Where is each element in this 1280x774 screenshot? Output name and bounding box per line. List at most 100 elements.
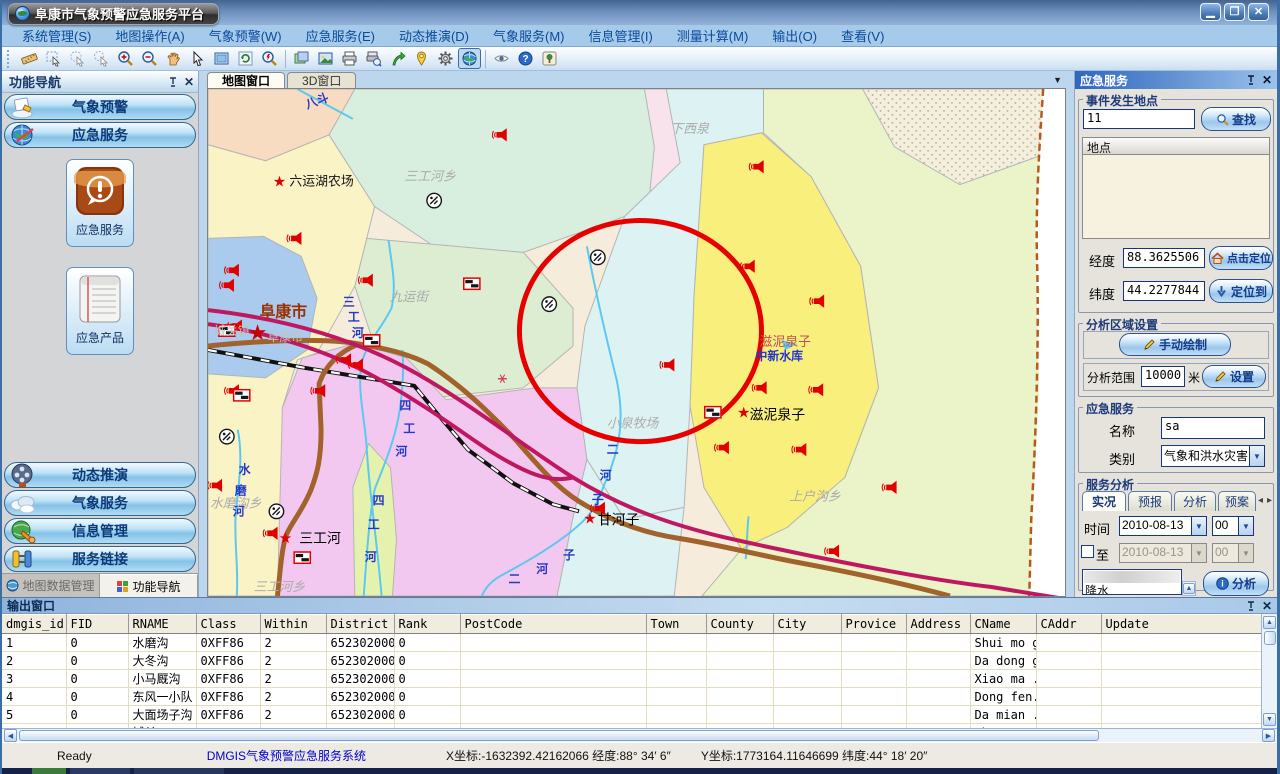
column-header-County[interactable]: County — [706, 615, 773, 634]
measure-ruler-icon[interactable] — [18, 48, 41, 69]
table-row[interactable]: 50大面场子沟0XFF8626523020000Da mian ... — [2, 706, 1261, 724]
menu-item-7[interactable]: 测量计算(M) — [665, 25, 761, 47]
zoom-scale-icon[interactable] — [258, 48, 281, 69]
column-header-Rank[interactable]: Rank — [394, 615, 460, 634]
nav-group-emergency-service[interactable]: 应急服务 — [4, 122, 196, 148]
find-button[interactable]: 查找 — [1201, 107, 1271, 131]
tab-3d-view[interactable]: 3D窗口 — [287, 72, 356, 88]
analyze-button[interactable]: i 分析 — [1203, 571, 1269, 596]
listbox-scrollbar[interactable]: ▲ — [1182, 581, 1196, 596]
menu-item-3[interactable]: 应急服务(E) — [294, 25, 387, 47]
tab-plan[interactable]: 预案 — [1218, 491, 1256, 511]
service-name-input[interactable]: sa — [1161, 417, 1265, 439]
print-preview-icon[interactable] — [362, 48, 385, 69]
column-header-Update[interactable]: Update — [1101, 615, 1261, 634]
scroll-up-icon[interactable]: ▲ — [1263, 616, 1276, 629]
tab-map-data-management[interactable]: 地图数据管理 — [2, 574, 100, 597]
shortcut-emergency-service[interactable]: 应急服务 — [66, 159, 134, 247]
scroll-down-icon[interactable]: ▼ — [1263, 713, 1276, 726]
monitor-station-icon[interactable] — [591, 250, 605, 265]
column-header-City[interactable]: City — [773, 615, 841, 634]
monitor-station-icon[interactable] — [427, 193, 441, 208]
menu-item-8[interactable]: 输出(O) — [760, 25, 829, 47]
column-header-RNAME[interactable]: RNAME — [128, 615, 196, 634]
tab-forecast[interactable]: 预报 — [1128, 491, 1172, 511]
scroll-up-icon[interactable]: ▲ — [1183, 583, 1195, 594]
tab-list-dropdown-icon[interactable]: ▼ — [1053, 75, 1062, 85]
scroll-left-icon[interactable]: ◀ — [4, 729, 17, 742]
dropdown-arrow-icon[interactable]: ▼ — [1249, 446, 1264, 466]
map-layers-icon[interactable] — [290, 48, 313, 69]
menu-item-1[interactable]: 地图操作(A) — [103, 25, 196, 47]
dropdown-arrow-icon[interactable]: ▼ — [1238, 517, 1253, 535]
longitude-input[interactable]: 88.3625506 — [1123, 248, 1205, 268]
flag-pin-icon[interactable] — [410, 48, 433, 69]
print-icon[interactable] — [338, 48, 361, 69]
menu-item-2[interactable]: 气象预警(W) — [197, 25, 294, 47]
column-header-Town[interactable]: Town — [646, 615, 706, 634]
date-dropdown-1[interactable]: 2010-08-13 ▼ — [1119, 516, 1207, 536]
table-row[interactable]: 10水磨沟0XFF8626523020000Shui mo gou — [2, 634, 1261, 652]
pin-icon[interactable] — [168, 77, 178, 87]
nav-group-weather-service[interactable]: 气象服务 — [4, 490, 196, 516]
location-list[interactable] — [1082, 155, 1270, 239]
element-listbox[interactable]: 降水空气温度 — [1082, 569, 1182, 595]
toolbar-grip[interactable] — [7, 50, 14, 68]
monitor-station-icon[interactable] — [220, 429, 234, 444]
pointer-icon[interactable] — [186, 48, 209, 69]
nav-group-info-management[interactable]: 信息管理 — [4, 518, 196, 544]
table-row[interactable]: 30小马厩沟0XFF8626523020000Xiao ma ... — [2, 670, 1261, 688]
monitor-station-icon[interactable] — [542, 297, 556, 312]
export-tree-icon[interactable] — [538, 48, 561, 69]
minimize-button[interactable]: ▁ — [1200, 3, 1221, 21]
set-range-button[interactable]: 设置 — [1202, 365, 1266, 388]
settlement-star-icon[interactable]: ★ — [279, 531, 292, 547]
pin-icon[interactable] — [1246, 75, 1256, 85]
settlement-star-icon[interactable]: ★ — [248, 320, 268, 345]
list-item[interactable]: 降水 — [1083, 584, 1181, 595]
zoom-out-icon[interactable] — [138, 48, 161, 69]
shortcut-emergency-product[interactable]: 应急产品 — [66, 267, 134, 355]
tab-scroll-right-icon[interactable]: ▸ — [1267, 495, 1272, 506]
close-button[interactable]: ✕ — [1248, 3, 1269, 21]
shelter-flag-icon[interactable] — [364, 335, 380, 346]
restore-button[interactable]: ❐ — [1224, 3, 1245, 21]
monitor-station-icon[interactable] — [269, 504, 283, 519]
nav-group-dynamic-deduction[interactable]: 动态推演 — [4, 462, 196, 488]
table-row[interactable]: 40东风一小队0XFF8626523020000Dong fen... — [2, 688, 1261, 706]
scroll-thumb[interactable] — [1264, 631, 1276, 645]
column-header-Class[interactable]: Class — [196, 615, 260, 634]
tab-function-navigation[interactable]: 功能导航 — [100, 574, 198, 597]
settings-gear-icon[interactable] — [434, 48, 457, 69]
settlement-star-icon[interactable]: ★ — [737, 406, 750, 422]
column-header-PostCode[interactable]: PostCode — [460, 615, 646, 634]
help-icon[interactable]: ? — [514, 48, 537, 69]
shelter-flag-icon[interactable] — [234, 390, 250, 401]
column-header-District[interactable]: District — [326, 615, 394, 634]
tab-analysis[interactable]: 分析 — [1174, 491, 1216, 511]
select-box-icon[interactable] — [42, 48, 65, 69]
full-extent-icon[interactable] — [210, 48, 233, 69]
column-header-dmgis_id[interactable]: dmgis_id — [2, 615, 66, 634]
shelter-flag-icon[interactable] — [705, 407, 721, 418]
eye-visibility-icon[interactable] — [490, 48, 513, 69]
go-arrow-icon[interactable] — [386, 48, 409, 69]
manual-draw-button[interactable]: 手动绘制 — [1119, 333, 1231, 356]
click-locate-button[interactable]: 点击定位 — [1209, 246, 1273, 270]
zoom-in-icon[interactable] — [114, 48, 137, 69]
service-type-dropdown[interactable]: 气象和洪水灾害 ▼ — [1161, 445, 1265, 467]
scroll-right-icon[interactable]: ▶ — [1262, 729, 1275, 742]
column-header-CName[interactable]: CName — [970, 615, 1036, 634]
close-panel-icon[interactable]: ✕ — [184, 76, 194, 88]
column-header-CAddr[interactable]: CAddr — [1036, 615, 1101, 634]
column-header-FID[interactable]: FID — [66, 615, 128, 634]
tab-live[interactable]: 实况 — [1082, 491, 1126, 511]
settlement-star-icon[interactable]: ★ — [273, 175, 286, 191]
goto-location-button[interactable]: 定位到 — [1209, 279, 1273, 303]
globe-service-icon[interactable] — [458, 48, 481, 69]
table-row[interactable]: 20大冬沟0XFF8626523020000Da dong gou — [2, 652, 1261, 670]
menu-item-6[interactable]: 信息管理(I) — [577, 25, 665, 47]
map-canvas[interactable]: ★★★★★ 八斗六运湖农场三工河乡下西泉阜康市城关镇阜康市九运街三工河四工河四工… — [207, 88, 1066, 597]
export-image-icon[interactable] — [314, 48, 337, 69]
column-header-Provice[interactable]: Provice — [841, 615, 906, 634]
